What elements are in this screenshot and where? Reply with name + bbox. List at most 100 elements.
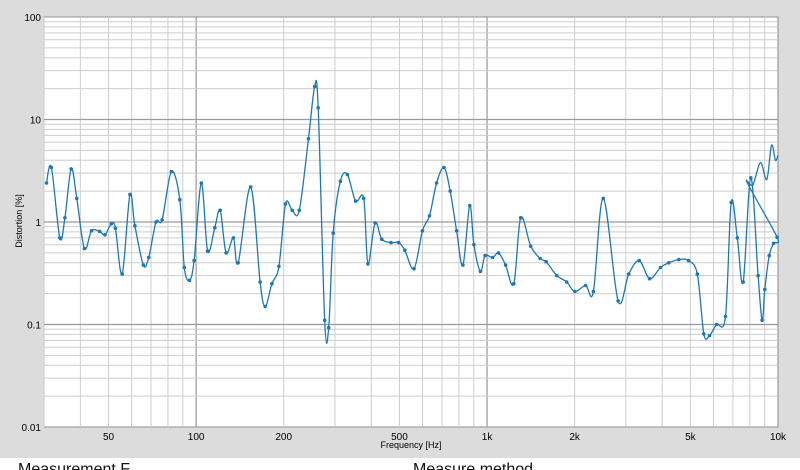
data-point <box>218 208 222 213</box>
x-tick-label: 200 <box>275 432 292 443</box>
data-point <box>236 261 240 265</box>
data-point <box>442 165 446 170</box>
distortion-chart: 50 100 200 500 1k 2k 5k 10k 0.010.1110100 Frequ… <box>14 13 787 450</box>
data-point <box>316 106 321 110</box>
data-point <box>647 276 652 281</box>
x-tick-label: 50 <box>103 432 115 443</box>
data-point <box>434 181 439 185</box>
data-point <box>478 269 483 274</box>
data-point <box>312 84 317 89</box>
data-point <box>69 167 73 171</box>
data-point <box>306 136 311 141</box>
data-point <box>396 240 401 245</box>
x-axis-label: Frequency [Hz] <box>380 440 441 450</box>
data-point <box>573 289 577 294</box>
data-point <box>695 272 700 276</box>
data-point <box>146 255 151 260</box>
data-point <box>283 202 288 206</box>
data-point <box>353 199 358 203</box>
data-point <box>714 322 719 327</box>
data-point <box>544 259 548 264</box>
data-point <box>775 235 779 239</box>
data-point <box>154 220 158 224</box>
data-point <box>427 214 432 218</box>
data-point <box>338 179 343 183</box>
measure-method-label: Measure method <box>413 461 534 470</box>
y-tick-label: 0.1 <box>27 321 41 332</box>
chart-panel: 50 100 200 500 1k 2k 5k 10k 0.01 0.1 1 10 100 Frequ… <box>0 0 800 458</box>
data-point <box>420 229 425 233</box>
data-point <box>496 251 501 255</box>
x-tick-label: 2k <box>569 432 581 443</box>
data-point <box>133 223 137 228</box>
x-tick-label: 100 <box>188 432 205 443</box>
data-point <box>637 258 641 263</box>
y-tick-label: 0.01 <box>22 423 42 434</box>
data-point <box>178 197 182 202</box>
data-point <box>686 258 691 263</box>
data-point <box>760 318 764 323</box>
data-point <box>373 221 377 225</box>
data-point <box>564 280 569 284</box>
data-point <box>412 266 416 271</box>
data-point <box>160 218 164 222</box>
data-point <box>326 325 331 330</box>
data-point <box>512 281 516 286</box>
data-point <box>258 280 262 284</box>
data-point <box>97 229 102 234</box>
data-point <box>707 333 712 338</box>
data-point <box>490 255 495 260</box>
data-point <box>583 283 588 288</box>
data-point <box>199 181 204 185</box>
data-point <box>322 318 327 323</box>
data-point <box>658 265 663 270</box>
data-point <box>248 185 253 189</box>
data-point <box>263 304 268 309</box>
data-point <box>277 264 281 269</box>
data-point <box>169 169 174 174</box>
data-point <box>224 251 228 255</box>
data-point <box>461 263 465 267</box>
y-axis-label: Distortion [%] <box>14 194 24 248</box>
data-point <box>213 225 217 230</box>
data-point <box>297 208 302 213</box>
y-tick-label: 100 <box>24 13 41 24</box>
data-point <box>483 253 487 258</box>
data-point <box>192 258 196 263</box>
data-point <box>58 236 62 240</box>
data-point <box>403 248 407 253</box>
y-tick-label: 10 <box>30 116 42 127</box>
data-point <box>749 176 753 180</box>
data-point <box>120 272 124 276</box>
data-point <box>113 226 118 230</box>
data-point <box>454 229 459 233</box>
data-point <box>82 246 87 251</box>
data-point <box>467 203 472 208</box>
data-point <box>345 172 350 177</box>
x-tick-label: 1k <box>482 432 494 443</box>
data-point <box>472 242 476 247</box>
data-point <box>601 196 606 201</box>
data-point <box>361 196 366 201</box>
data-point <box>44 181 49 185</box>
data-point <box>735 236 740 240</box>
data-point <box>205 249 210 253</box>
data-point <box>89 229 94 233</box>
data-point <box>729 200 733 205</box>
data-point <box>75 196 79 201</box>
data-point <box>626 272 631 276</box>
data-point <box>702 332 706 336</box>
data-point <box>518 216 523 220</box>
data-point <box>103 233 107 237</box>
data-point <box>756 273 760 278</box>
data-point <box>591 289 596 294</box>
data-point <box>677 257 681 262</box>
x-tick-label: 5k <box>685 432 697 443</box>
data-point <box>49 165 54 170</box>
data-point <box>616 299 620 303</box>
data-point <box>63 216 67 220</box>
data-point <box>555 273 559 278</box>
data-point <box>366 262 370 266</box>
x-tick-labels: 50 100 200 500 1k 2k 5k 10k <box>103 432 787 443</box>
data-point <box>503 263 508 267</box>
